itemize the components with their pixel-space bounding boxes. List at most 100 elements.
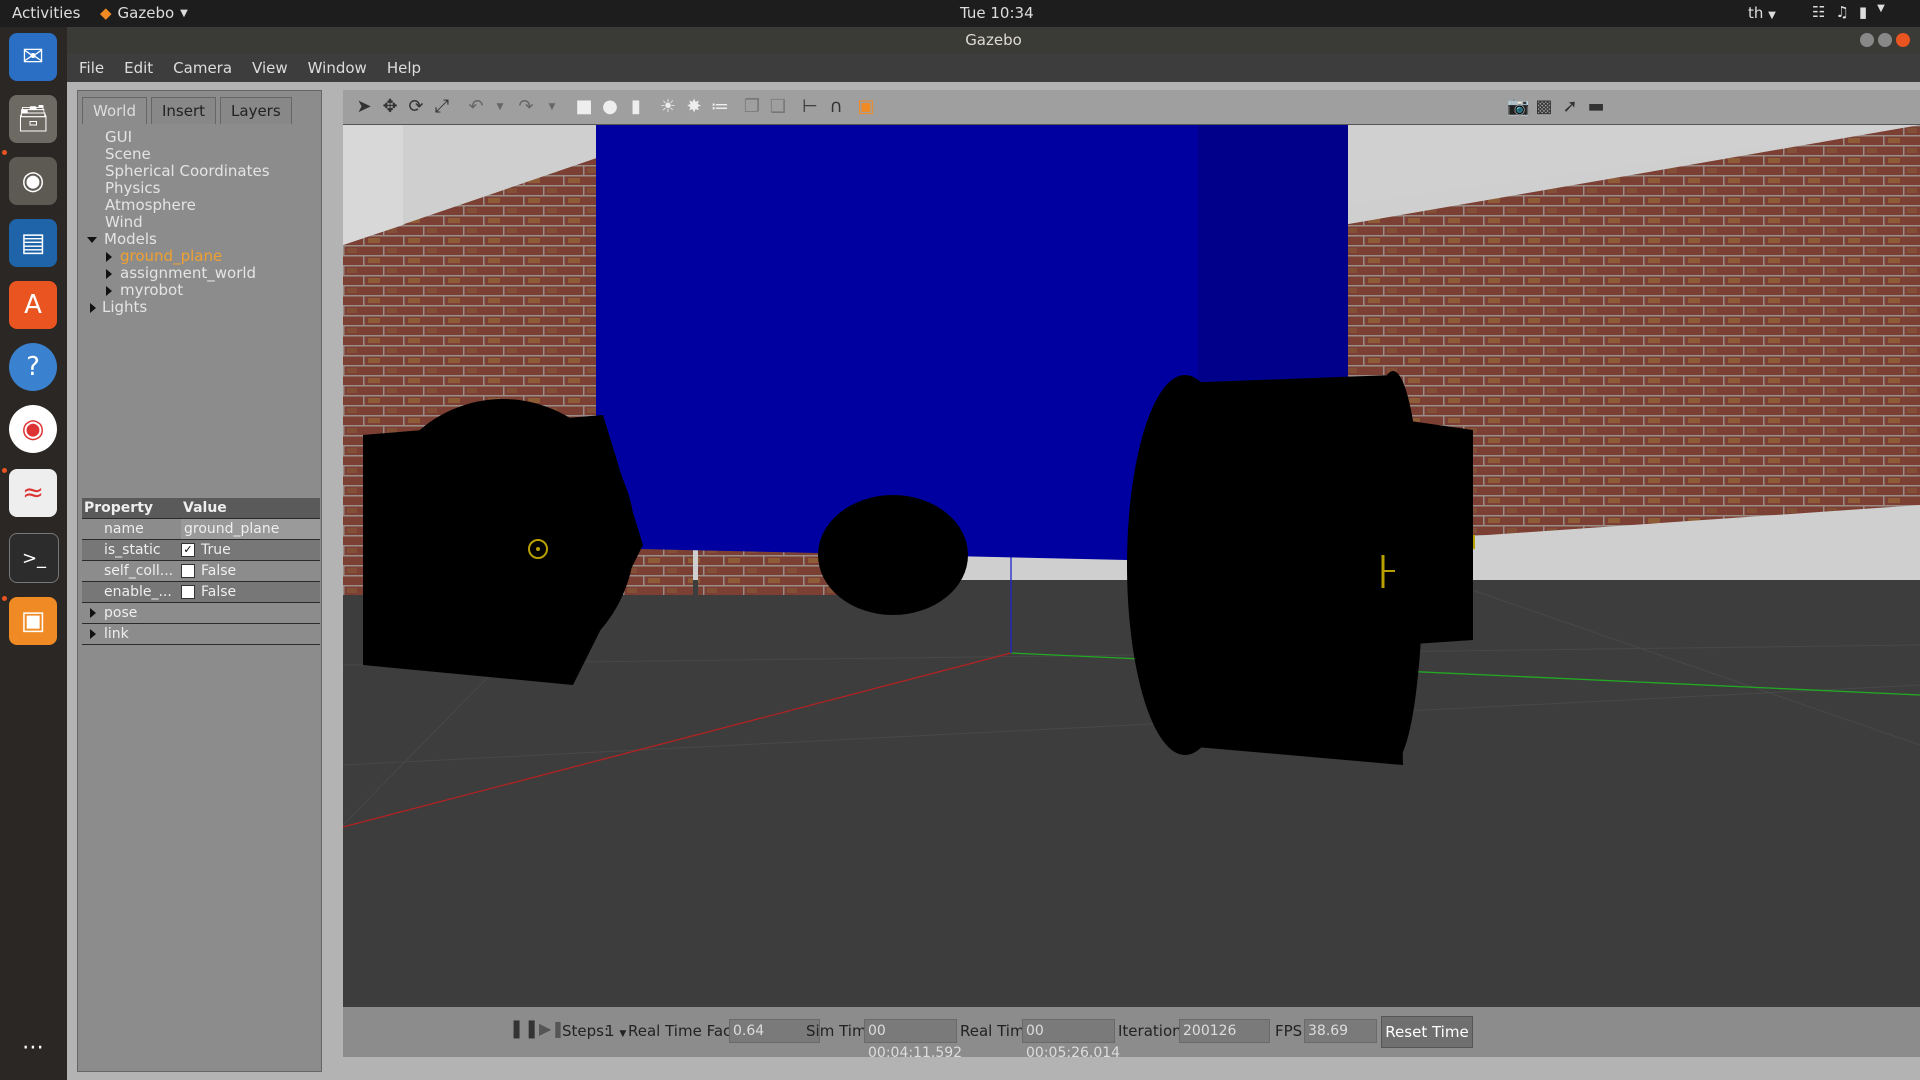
tab-layers[interactable]: Layers xyxy=(220,97,292,124)
collapsed-arrow-icon[interactable] xyxy=(90,629,96,639)
app-menu-label: Gazebo xyxy=(117,4,175,22)
app-menu[interactable]: ◆ Gazebo ▼ xyxy=(100,4,188,22)
undo-icon[interactable]: ↶ xyxy=(465,96,487,118)
checkbox-unchecked[interactable] xyxy=(181,564,195,578)
property-value[interactable]: False xyxy=(181,561,320,581)
chevron-down-icon[interactable]: ▼ xyxy=(489,96,511,118)
property-row-name: name ground_plane xyxy=(82,519,320,540)
property-value[interactable]: ground_plane xyxy=(181,519,320,539)
copy-icon[interactable]: ❐ xyxy=(741,96,763,118)
tab-world[interactable]: World xyxy=(82,97,147,124)
log-icon[interactable]: ▩ xyxy=(1533,96,1555,118)
spot-light-icon[interactable]: ✸ xyxy=(683,96,705,118)
software-center-icon[interactable]: A xyxy=(9,281,57,329)
tab-insert[interactable]: Insert xyxy=(151,97,217,124)
tree-item-myrobot[interactable]: myrobot xyxy=(106,282,183,299)
paste-icon[interactable]: ❑ xyxy=(767,96,789,118)
gazebo-dock-icon[interactable]: ▣ xyxy=(9,597,57,645)
menu-edit[interactable]: Edit xyxy=(124,59,153,77)
tree-item-wind[interactable]: Wind xyxy=(105,214,143,231)
menu-window[interactable]: Window xyxy=(308,59,367,77)
select-mode-icon[interactable]: ➤ xyxy=(353,96,375,118)
property-row-link[interactable]: link xyxy=(82,624,320,645)
activities-button[interactable]: Activities xyxy=(12,4,80,22)
tree-item-scene[interactable]: Scene xyxy=(105,146,151,163)
chrome-icon[interactable]: ◉ xyxy=(9,405,57,453)
toolbar: ➤ ✥ ⟳ ⤢ ↶ ▼ ↷ ▼ ■ ● ▮ ☀ ✸ ≔ ❐ ❑ ⊢ ∩ ▣ 📷 … xyxy=(343,90,1920,125)
input-language[interactable]: th ▼ xyxy=(1748,4,1776,22)
chevron-down-icon: ▼ xyxy=(180,7,188,19)
cylinder-shape-icon[interactable]: ▮ xyxy=(625,96,647,118)
system-tray[interactable]: ☷ ♫ ▮ ▼ xyxy=(1812,3,1885,21)
fps-label: FPS: xyxy=(1275,1022,1308,1040)
tree-item-spherical[interactable]: Spherical Coordinates xyxy=(105,163,270,180)
screenshot-icon[interactable]: 📷 xyxy=(1507,96,1529,118)
pause-icon[interactable]: ❚❚ xyxy=(509,1018,539,1039)
tree-item-assignment-world[interactable]: assignment_world xyxy=(106,265,256,282)
snap-icon[interactable]: ∩ xyxy=(825,96,847,118)
running-indicator xyxy=(2,468,7,473)
box-shape-icon[interactable]: ■ xyxy=(573,96,595,118)
property-row-pose[interactable]: pose xyxy=(82,603,320,624)
rotate-mode-icon[interactable]: ⟳ xyxy=(405,96,427,118)
collapsed-arrow-icon[interactable] xyxy=(106,268,112,279)
value-header-label: Value xyxy=(183,500,227,516)
minimize-icon[interactable] xyxy=(1860,33,1874,47)
property-key: link xyxy=(82,624,181,644)
scale-mode-icon[interactable]: ⤢ xyxy=(431,96,453,118)
steps-spinner[interactable]: 1 ▼ xyxy=(605,1022,626,1040)
thunderbird-icon[interactable]: ✉ xyxy=(9,33,57,81)
dock: ✉ 🗃 ◉ ▤ A ? ◉ ≈ >_ ▣ ⋯ xyxy=(0,27,67,1080)
plot-icon[interactable]: ➚ xyxy=(1559,96,1581,118)
editor-icon[interactable]: ≈ xyxy=(9,469,57,517)
property-value[interactable]: ✓ True xyxy=(181,540,320,560)
tree-item-physics[interactable]: Physics xyxy=(105,180,160,197)
help-icon[interactable]: ? xyxy=(9,343,57,391)
collapsed-arrow-icon[interactable] xyxy=(106,251,112,262)
collapsed-arrow-icon[interactable] xyxy=(106,285,112,296)
fps-field: 38.69 xyxy=(1304,1019,1377,1043)
tab-bar: World Insert Layers xyxy=(78,91,321,124)
property-table: Property Value name ground_plane is_stat… xyxy=(82,498,320,645)
step-icon[interactable]: ▶❚ xyxy=(539,1019,565,1038)
collapsed-arrow-icon[interactable] xyxy=(90,608,96,618)
checkbox-checked[interactable]: ✓ xyxy=(181,543,195,557)
clock[interactable]: Tue 10:34 xyxy=(960,4,1034,22)
tree-item-lights[interactable]: Lights xyxy=(90,299,147,316)
tree-item-atmosphere[interactable]: Atmosphere xyxy=(105,197,196,214)
3d-viewport[interactable] xyxy=(343,125,1920,1007)
align-icon[interactable]: ⊢ xyxy=(799,96,821,118)
robot-wheel-rear[interactable] xyxy=(818,495,968,615)
menu-bar: File Edit Camera View Window Help xyxy=(67,54,1920,82)
iterations-field: 200126 xyxy=(1179,1019,1270,1043)
translate-mode-icon[interactable]: ✥ xyxy=(379,96,401,118)
window-titlebar[interactable]: Gazebo xyxy=(67,27,1920,54)
tree-item-gui[interactable]: GUI xyxy=(105,129,132,146)
directional-light-icon[interactable]: ≔ xyxy=(709,96,731,118)
menu-file[interactable]: File xyxy=(79,59,104,77)
tree-item-ground-plane-label: ground_plane xyxy=(120,247,223,265)
tree-item-ground-plane[interactable]: ground_plane xyxy=(106,248,222,265)
point-light-icon[interactable]: ☀ xyxy=(657,96,679,118)
collapsed-arrow-icon[interactable] xyxy=(90,302,96,313)
writer-icon[interactable]: ▤ xyxy=(9,219,57,267)
change-view-icon[interactable]: ▣ xyxy=(855,96,877,118)
redo-icon[interactable]: ↷ xyxy=(515,96,537,118)
menu-camera[interactable]: Camera xyxy=(173,59,232,77)
chevron-down-icon[interactable]: ▼ xyxy=(541,96,563,118)
tree-item-models[interactable]: Models xyxy=(87,231,157,248)
record-video-icon[interactable]: ▬ xyxy=(1585,96,1607,118)
maximize-icon[interactable] xyxy=(1878,33,1892,47)
property-value[interactable]: False xyxy=(181,582,320,602)
reset-time-button[interactable]: Reset Time xyxy=(1381,1016,1473,1048)
menu-view[interactable]: View xyxy=(252,59,288,77)
close-icon[interactable] xyxy=(1896,33,1910,47)
menu-help[interactable]: Help xyxy=(387,59,421,77)
expanded-arrow-icon[interactable] xyxy=(87,236,97,243)
files-icon[interactable]: 🗃 xyxy=(9,95,57,143)
checkbox-unchecked[interactable] xyxy=(181,585,195,599)
show-apps-icon[interactable]: ⋯ xyxy=(9,1023,57,1071)
sphere-shape-icon[interactable]: ● xyxy=(599,96,621,118)
terminal-icon[interactable]: >_ xyxy=(9,533,59,583)
rhythmbox-icon[interactable]: ◉ xyxy=(9,157,57,205)
